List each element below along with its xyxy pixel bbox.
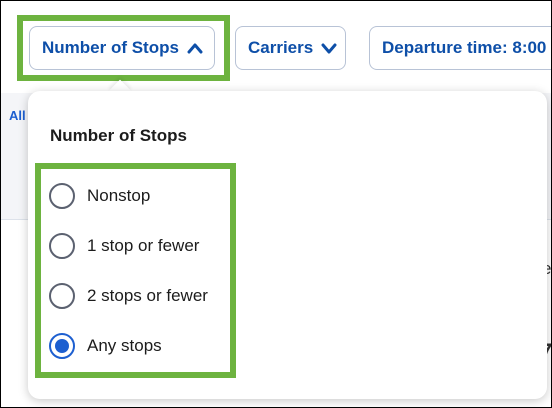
dropdown-title: Number of Stops (50, 126, 187, 145)
chevron-down-icon (321, 42, 337, 54)
option-label: Nonstop (87, 186, 151, 205)
filter-bar: Number of Stops Carriers Departure time:… (1, 1, 552, 93)
option-2-stops-or-fewer[interactable]: 2 stops or fewer (49, 279, 239, 313)
carriers-filter-label: Carriers (248, 38, 314, 57)
radio-button[interactable] (49, 233, 75, 259)
radio-dot-icon (55, 339, 69, 353)
radio-button[interactable] (49, 283, 75, 309)
option-1-stop-or-fewer[interactable]: 1 stop or fewer (49, 229, 239, 263)
option-nonstop[interactable]: Nonstop (49, 179, 239, 213)
chevron-up-icon (187, 42, 203, 54)
departure-time-filter-label: Departure time: 8:00 A (382, 38, 552, 57)
radio-button[interactable] (49, 183, 75, 209)
number-of-stops-dropdown: Number of Stops Nonstop 1 stop or fewer … (28, 91, 547, 399)
option-label: 2 stops or fewer (87, 286, 208, 305)
departure-time-filter-button[interactable]: Departure time: 8:00 A (369, 26, 552, 70)
number-of-stops-filter-label: Number of Stops (42, 38, 179, 57)
all-link[interactable]: All (9, 108, 26, 123)
option-label: Any stops (87, 336, 162, 355)
screenshot-frame: Number of Stops Carriers Departure time:… (0, 0, 552, 408)
number-of-stops-filter-button[interactable]: Number of Stops (29, 26, 215, 70)
option-label: 1 stop or fewer (87, 236, 200, 255)
radio-button-selected[interactable] (49, 333, 75, 359)
carriers-filter-button[interactable]: Carriers (235, 26, 346, 70)
option-any-stops[interactable]: Any stops (49, 329, 239, 363)
